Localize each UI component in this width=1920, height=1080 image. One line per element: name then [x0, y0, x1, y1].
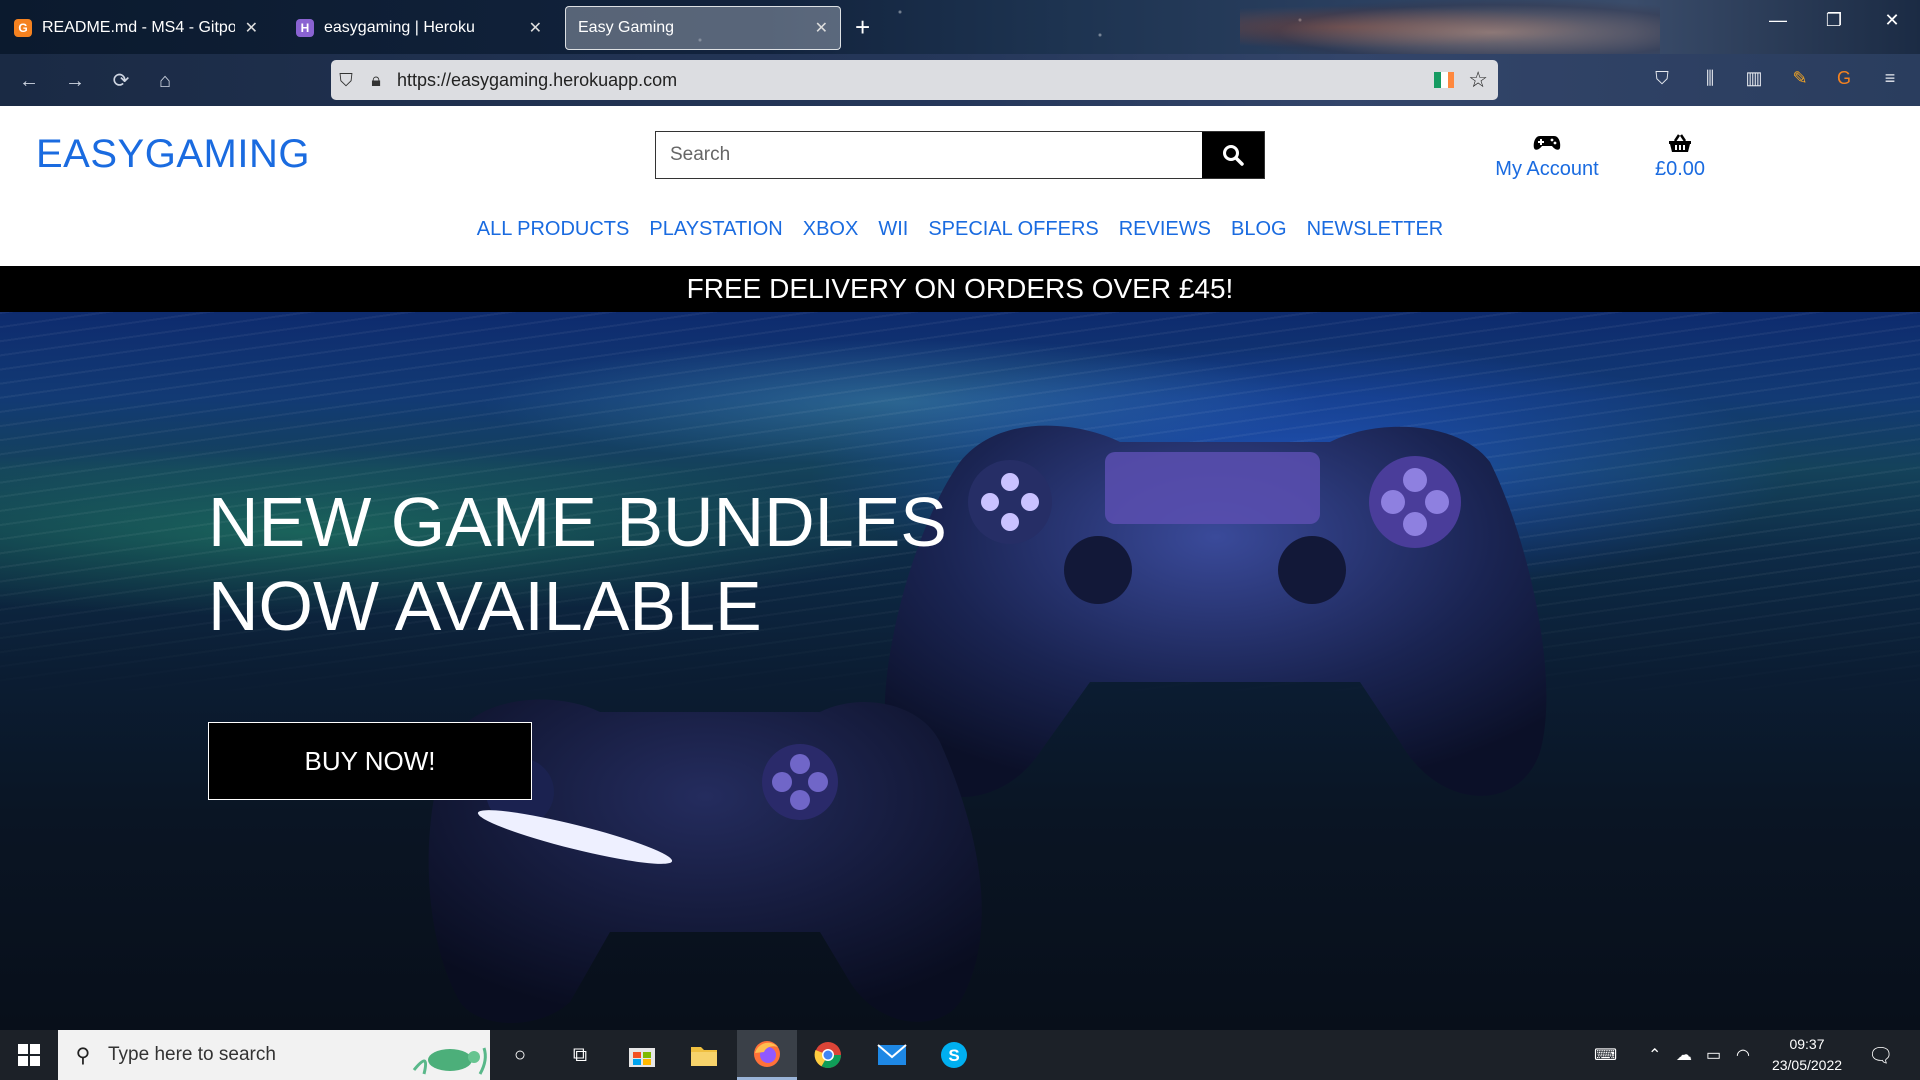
keyboard-icon[interactable]: ⌨: [1594, 1030, 1617, 1080]
tab-label: README.md - MS4 - Gitpod Co: [42, 19, 235, 36]
close-window-icon[interactable]: ✕: [1872, 10, 1912, 31]
logo-gaming: GAMING: [144, 132, 310, 176]
cortana-icon[interactable]: ○: [490, 1030, 550, 1080]
microsoft-store-icon[interactable]: [612, 1030, 672, 1080]
sidebar-icon[interactable]: ▥: [1740, 68, 1768, 89]
tab-label: easygaming | Heroku: [324, 19, 475, 36]
gamepad-icon: [1492, 132, 1602, 154]
gitpod-extension-icon[interactable]: G: [1830, 68, 1858, 89]
show-hidden-icons-chevron-icon[interactable]: ⌃: [1648, 1030, 1661, 1080]
logo-easy: EASY: [36, 132, 145, 176]
site-search-form: [655, 131, 1265, 179]
ireland-flag-icon[interactable]: [1434, 72, 1455, 88]
nav-wii[interactable]: WII: [878, 218, 908, 241]
turtle-illustration-icon: [410, 1030, 490, 1080]
hero-heading: NEW GAME BUNDLES NOW AVAILABLE: [208, 480, 1008, 648]
close-tab-icon[interactable]: ✕: [529, 18, 542, 38]
file-explorer-icon[interactable]: [674, 1030, 734, 1080]
shopping-bag-link[interactable]: £0.00: [1645, 132, 1715, 181]
tab-label: Easy Gaming: [578, 19, 675, 36]
controllers-image: [428, 425, 1547, 1023]
firefox-icon[interactable]: [737, 1030, 797, 1080]
menu-icon[interactable]: ≡: [1876, 68, 1904, 89]
my-account-label: My Account: [1495, 158, 1599, 180]
chrome-icon[interactable]: [798, 1030, 858, 1080]
extension-icon[interactable]: ✎: [1786, 68, 1814, 89]
home-icon[interactable]: ⌂: [150, 66, 180, 96]
tab-gitpod[interactable]: G README.md - MS4 - Gitpod Co ✕: [2, 6, 270, 50]
nav-reviews[interactable]: REVIEWS: [1119, 218, 1211, 241]
hero-line-1: NEW GAME BUNDLES: [208, 483, 947, 561]
back-arrow-icon[interactable]: ←: [14, 66, 44, 96]
new-tab-button[interactable]: +: [855, 10, 870, 44]
bag-total: £0.00: [1654, 158, 1706, 180]
mail-icon[interactable]: [862, 1030, 922, 1080]
gitpod-favicon-icon: G: [14, 19, 32, 37]
search-icon: ⚲: [75, 1044, 91, 1067]
notifications-icon[interactable]: 🗨︎: [1868, 1030, 1893, 1080]
forward-arrow-icon[interactable]: →: [60, 66, 90, 96]
wifi-icon[interactable]: ◠: [1736, 1030, 1750, 1080]
taskbar-search-box[interactable]: ⚲ Type here to search: [58, 1030, 490, 1080]
site-logo[interactable]: EASYGAMING: [36, 132, 310, 177]
tab-easy-gaming[interactable]: Easy Gaming ✕: [565, 6, 841, 50]
windows-start-button[interactable]: [0, 1030, 58, 1080]
windows-taskbar: ⚲ Type here to search ○ ⧉ S ⌨ ⌃ ☁ ▭ ◠ 09…: [0, 1030, 1920, 1080]
battery-icon[interactable]: ▭: [1706, 1030, 1721, 1080]
web-page: EASYGAMING My Account: [0, 106, 1920, 1030]
hero-section: NEW GAME BUNDLES NOW AVAILABLE BUY NOW!: [0, 312, 1920, 1030]
lock-icon[interactable]: 🔒︎: [361, 70, 391, 91]
nav-blog[interactable]: BLOG: [1231, 218, 1287, 241]
address-bar[interactable]: ⛉ 🔒︎ https://easygaming.herokuapp.com ☆: [331, 60, 1498, 100]
nav-newsletter[interactable]: NEWSLETTER: [1307, 218, 1444, 241]
taskbar-clock[interactable]: 09:37 23/05/2022: [1762, 1034, 1852, 1076]
bookmark-star-icon[interactable]: ☆: [1468, 67, 1488, 93]
buy-now-button[interactable]: BUY NOW!: [208, 722, 532, 800]
close-tab-icon[interactable]: ✕: [815, 18, 828, 38]
basket-icon: [1645, 132, 1715, 154]
heroku-favicon-icon: H: [296, 19, 314, 37]
windows-logo-icon: [18, 1044, 40, 1066]
minimize-icon[interactable]: —: [1758, 10, 1798, 31]
skype-icon[interactable]: S: [924, 1030, 984, 1080]
main-navigation: ALL PRODUCTS PLAYSTATION XBOX WII SPECIA…: [0, 218, 1920, 241]
my-account-link[interactable]: My Account: [1492, 132, 1602, 181]
nav-all-products[interactable]: ALL PRODUCTS: [477, 218, 630, 241]
restore-icon[interactable]: ❐: [1814, 10, 1854, 31]
search-icon: [1223, 145, 1244, 166]
tab-heroku[interactable]: H easygaming | Heroku ✕: [284, 6, 554, 50]
nav-special-offers[interactable]: SPECIAL OFFERS: [928, 218, 1098, 241]
shield-icon[interactable]: ⛉: [331, 70, 361, 91]
pocket-icon[interactable]: ⛉: [1648, 68, 1676, 89]
hero-line-2: NOW AVAILABLE: [208, 567, 762, 645]
site-search-input[interactable]: [656, 132, 1202, 178]
clock-date: 23/05/2022: [1771, 1057, 1843, 1073]
url-text[interactable]: https://easygaming.herokuapp.com: [397, 70, 1434, 91]
onedrive-icon[interactable]: ☁: [1676, 1030, 1692, 1080]
free-delivery-banner: FREE DELIVERY ON ORDERS OVER £45!: [0, 266, 1920, 312]
nav-xbox[interactable]: XBOX: [803, 218, 859, 241]
nav-playstation[interactable]: PLAYSTATION: [649, 218, 782, 241]
close-tab-icon[interactable]: ✕: [245, 18, 258, 38]
task-view-icon[interactable]: ⧉: [550, 1030, 610, 1080]
library-icon[interactable]: ⫼: [1696, 68, 1724, 89]
taskbar-search-placeholder: Type here to search: [108, 1044, 276, 1065]
reload-icon[interactable]: ⟳: [106, 66, 136, 96]
clock-time: 09:37: [1789, 1036, 1825, 1052]
browser-tab-bar: G README.md - MS4 - Gitpod Co ✕ H easyga…: [0, 0, 1920, 54]
search-button[interactable]: [1202, 132, 1264, 178]
site-header: EASYGAMING My Account: [0, 106, 1920, 266]
svg-text:S: S: [948, 1046, 959, 1065]
